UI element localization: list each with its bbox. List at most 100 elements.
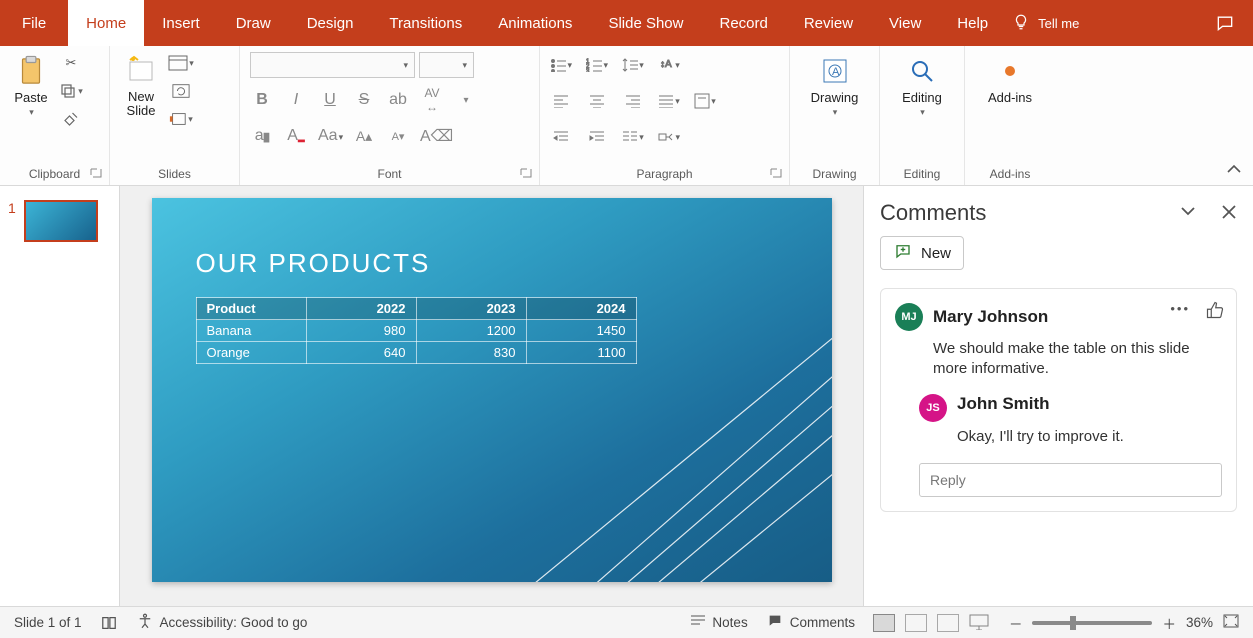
zoom-controls: － ＋ 36% — [1009, 613, 1239, 633]
notes-label: Notes — [712, 615, 747, 630]
text-direction-button[interactable]: ↕A▾ — [658, 55, 680, 75]
editing-button[interactable]: Editing ▾ — [898, 52, 946, 120]
align-right-button[interactable] — [622, 91, 644, 111]
drawing-label: Drawing — [811, 90, 859, 105]
strike-button[interactable]: S — [352, 91, 376, 109]
align-left-icon — [553, 94, 569, 108]
comments-toggle-top[interactable] — [1215, 0, 1235, 46]
italic-button[interactable]: I — [284, 91, 308, 109]
chevron-up-icon — [1225, 162, 1243, 176]
highlight-button[interactable]: a█ — [250, 127, 274, 145]
section-button[interactable]: ▾ — [168, 108, 194, 130]
tab-help[interactable]: Help — [939, 0, 1006, 46]
underline-button[interactable]: U — [318, 91, 342, 109]
group-label-addins: Add-ins — [975, 163, 1045, 185]
align-left-button[interactable] — [550, 91, 572, 111]
drawing-button[interactable]: A Drawing ▾ — [807, 52, 863, 120]
tab-view[interactable]: View — [871, 0, 939, 46]
new-comment-button[interactable]: New — [880, 236, 964, 270]
tab-slideshow[interactable]: Slide Show — [590, 0, 701, 46]
group-label-slides: Slides — [120, 163, 229, 185]
th-2023: 2023 — [416, 298, 526, 320]
paragraph-dialog-launcher[interactable] — [769, 167, 783, 181]
tab-design[interactable]: Design — [289, 0, 372, 46]
slide-canvas-area[interactable]: OUR PRODUCTS Product 2022 2023 2024 Bana… — [120, 186, 863, 606]
avatar: JS — [919, 394, 947, 422]
close-icon — [1221, 204, 1237, 220]
zoom-in-button[interactable]: ＋ — [1162, 613, 1176, 633]
numbering-icon: 123 — [586, 58, 602, 72]
scissors-icon: ✂ — [66, 55, 77, 71]
reset-slide-button[interactable] — [168, 80, 194, 102]
layout-button[interactable]: ▾ — [168, 52, 194, 74]
notes-button[interactable]: Notes — [690, 614, 747, 631]
change-case-button[interactable]: Aa▾ — [318, 127, 342, 145]
justify-button[interactable]: ▾ — [658, 91, 680, 111]
th-2024: 2024 — [526, 298, 636, 320]
format-painter-button[interactable] — [58, 108, 84, 130]
clear-format-button[interactable]: A⌫ — [420, 126, 444, 146]
tab-file[interactable]: File — [0, 0, 68, 46]
fit-window-button[interactable] — [1223, 614, 1239, 631]
group-slides: New Slide ▾ ▾ Slides — [110, 46, 240, 185]
comments-close-button[interactable] — [1221, 204, 1237, 223]
new-comment-icon — [893, 242, 913, 264]
comments-collapse-button[interactable] — [1179, 204, 1197, 223]
reading-view-button[interactable] — [937, 614, 959, 632]
comments-button[interactable]: Comments — [766, 613, 855, 632]
reply-input[interactable]: Reply — [919, 463, 1222, 497]
bold-button[interactable]: B — [250, 91, 274, 109]
inc-indent-button[interactable] — [586, 127, 608, 147]
main-area: 1 OUR PRODUCTS Product 2022 2023 2024 Ba… — [0, 186, 1253, 606]
paste-button[interactable]: Paste ▾ — [10, 52, 52, 120]
group-addins: Add-ins Add-ins — [965, 46, 1055, 185]
zoom-out-button[interactable]: － — [1009, 613, 1023, 633]
thread-like-button[interactable] — [1206, 301, 1224, 322]
columns-button[interactable]: ▾ — [622, 127, 644, 147]
font-dialog-launcher[interactable] — [519, 167, 533, 181]
copy-button[interactable]: ▾ — [58, 80, 84, 102]
addins-button[interactable]: Add-ins — [984, 52, 1036, 107]
dec-indent-button[interactable] — [550, 127, 572, 147]
thumbnail-1[interactable]: 1 — [8, 200, 111, 242]
grow-font-button[interactable]: A▴ — [352, 128, 376, 145]
spellcheck-button[interactable] — [100, 615, 118, 631]
collapse-ribbon-button[interactable] — [1225, 162, 1243, 179]
zoom-slider[interactable] — [1032, 621, 1152, 625]
tab-transitions[interactable]: Transitions — [371, 0, 480, 46]
tab-insert[interactable]: Insert — [144, 0, 218, 46]
chevron-down-icon: ▾ — [920, 107, 925, 118]
new-slide-button[interactable]: New Slide — [120, 52, 162, 121]
tab-review[interactable]: Review — [786, 0, 871, 46]
align-center-button[interactable] — [586, 91, 608, 111]
shapes-icon: A — [818, 54, 852, 88]
tab-animations[interactable]: Animations — [480, 0, 590, 46]
align-right-icon — [625, 94, 641, 108]
line-spacing-button[interactable]: ▾ — [622, 55, 644, 75]
char-spacing-button[interactable]: AV↔ — [420, 86, 444, 114]
accessibility-button[interactable]: Accessibility: Good to go — [136, 612, 308, 633]
shadow-button[interactable]: ab — [386, 91, 410, 109]
font-family-combo[interactable]: ▾ — [250, 52, 415, 78]
normal-view-button[interactable] — [873, 614, 895, 632]
sorter-view-button[interactable] — [905, 614, 927, 632]
smartart-button[interactable]: ▾ — [658, 127, 680, 147]
shrink-font-button[interactable]: A▾ — [386, 130, 410, 143]
justify-icon — [658, 94, 674, 108]
font-color-button[interactable]: A▂ — [284, 127, 308, 145]
numbering-button[interactable]: 123▾ — [586, 55, 608, 75]
clipboard-dialog-launcher[interactable] — [89, 167, 103, 181]
cell-product: Banana — [196, 320, 306, 342]
cell-2022: 640 — [306, 342, 416, 364]
tab-draw[interactable]: Draw — [218, 0, 289, 46]
cut-button[interactable]: ✂ — [58, 52, 84, 74]
tab-record[interactable]: Record — [701, 0, 785, 46]
bullets-button[interactable]: ▾ — [550, 55, 572, 75]
font-more-dd[interactable]: ▾ — [454, 95, 478, 106]
tell-me[interactable]: Tell me — [1012, 0, 1079, 46]
thread-more-button[interactable]: ••• — [1170, 301, 1190, 322]
font-size-combo[interactable]: ▾ — [419, 52, 474, 78]
align-text-button[interactable]: ▾ — [694, 91, 716, 111]
slideshow-view-button[interactable] — [969, 614, 991, 632]
tab-home[interactable]: Home — [68, 0, 144, 46]
